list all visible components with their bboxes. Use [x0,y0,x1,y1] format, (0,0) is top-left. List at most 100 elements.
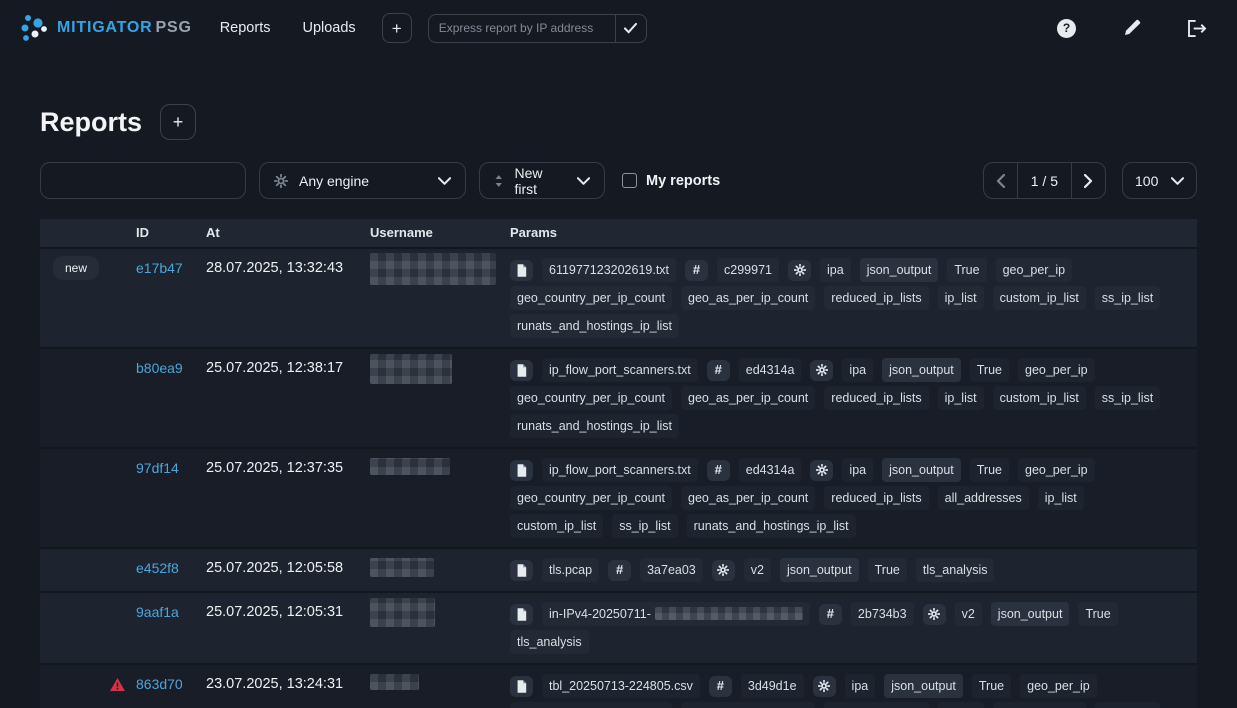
next-page-button[interactable] [1072,163,1105,198]
param-filename: tls.pcap [542,558,599,582]
report-date: 25.07.2025, 12:05:31 [206,602,370,622]
param-token: geo_as_per_ip_count [681,486,815,510]
chevron-down-icon [1171,177,1184,185]
param-token: geo_per_ip [1018,458,1095,482]
page-title: Reports [40,107,142,138]
chevron-right-icon [1084,174,1093,188]
search-box [40,162,246,199]
search-input[interactable] [61,173,242,189]
param-token: geo_country_per_ip_count [510,386,672,410]
param-token: tls_analysis [916,558,995,582]
nav-add-button[interactable]: + [382,13,412,43]
file-icon [510,260,533,281]
param-token: True [947,258,986,282]
add-report-button[interactable]: + [160,104,196,140]
engine-select-value: Any engine [299,173,369,189]
param-token: custom_ip_list [993,386,1086,410]
param-engine: v2 [955,602,982,626]
param-hash: ed4314a [739,358,802,382]
express-submit-button[interactable] [615,15,646,42]
chevron-down-icon [438,177,451,185]
param-token: custom_ip_list [510,514,603,538]
table-row[interactable]: 863d70 23.07.2025, 13:24:31 tbl_20250713… [40,663,1197,708]
report-id-link[interactable]: e17b47 [136,260,183,276]
report-params: tbl_20250713-224805.csv # 3d49d1e ipa js… [510,674,1197,708]
prev-page-button[interactable] [984,163,1017,198]
my-reports-checkbox[interactable] [622,173,637,188]
hash-icon: # [707,360,730,381]
report-date: 25.07.2025, 12:38:17 [206,358,370,378]
brand-logo[interactable]: MITIGATORPSG [18,13,192,43]
engine-select[interactable]: Any engine [259,162,466,199]
username-redacted [370,598,435,627]
param-token: runats_and_hostings_ip_list [510,414,679,438]
column-header-at: At [206,223,370,243]
param-token: custom_ip_list [993,286,1086,310]
logout-button[interactable] [1188,20,1207,37]
nav-item-reports[interactable]: Reports [220,20,271,36]
param-engine: v2 [744,558,771,582]
brand-suffix: PSG [156,19,192,36]
param-token: geo_per_ip [1020,674,1097,698]
my-reports-filter[interactable]: My reports [622,173,720,189]
table-row[interactable]: new e17b47 28.07.2025, 13:32:43 61197712… [40,247,1197,347]
report-id-link[interactable]: 97df14 [136,460,179,476]
param-engine: ipa [820,258,851,282]
param-token: True [868,558,907,582]
param-token: geo_as_per_ip_count [681,702,815,708]
express-report-form [428,14,647,43]
file-icon [510,360,533,381]
param-token: geo_country_per_ip_count [510,286,672,310]
table-row[interactable]: b80ea9 25.07.2025, 12:38:17 ip_flow_port… [40,347,1197,447]
param-token: runats_and_hostings_ip_list [510,314,679,338]
report-id-link[interactable]: 863d70 [136,676,183,692]
param-token: ip_list [938,702,984,708]
report-id-link[interactable]: e452f8 [136,560,179,576]
report-params: tls.pcap # 3a7ea03 v2 json_outputTruetls… [510,558,1197,582]
param-token: geo_as_per_ip_count [681,286,815,310]
report-date: 25.07.2025, 12:37:35 [206,458,370,478]
report-date: 25.07.2025, 12:05:58 [206,558,370,578]
param-token: json_output [882,358,961,382]
engine-gear-icon [923,604,946,625]
table-row[interactable]: e452f8 25.07.2025, 12:05:58 tls.pcap # 3… [40,547,1197,591]
username-redacted [370,558,434,577]
hash-icon: # [709,676,732,697]
param-filename: ip_flow_port_scanners.txt [542,358,698,382]
param-token: True [970,458,1009,482]
report-id-link[interactable]: 9aaf1a [136,604,179,620]
param-token: geo_per_ip [1018,358,1095,382]
report-id-link[interactable]: b80ea9 [136,360,183,376]
param-token: json_output [860,258,939,282]
param-token: reduced_ip_lists [824,702,928,708]
param-token: custom_ip_list [993,702,1086,708]
param-hash: c299971 [717,258,779,282]
param-token: geo_country_per_ip_count [510,486,672,510]
table-row[interactable]: 9aaf1a 25.07.2025, 12:05:31 in-IPv4-2025… [40,591,1197,663]
param-token: json_output [780,558,859,582]
param-token: True [970,358,1009,382]
param-token: json_output [884,674,963,698]
param-token: reduced_ip_lists [824,486,928,510]
express-report-input[interactable] [429,15,615,42]
param-token: json_output [991,602,1070,626]
report-date: 28.07.2025, 13:32:43 [206,258,370,278]
report-date: 23.07.2025, 13:24:31 [206,674,370,694]
column-header-username: Username [370,223,510,243]
param-engine: ipa [842,458,873,482]
sort-select[interactable]: New first [479,162,605,199]
param-token: tls_analysis [510,630,589,654]
help-button[interactable]: ? [1057,19,1076,38]
hash-icon: # [707,460,730,481]
engine-gear-icon [813,676,836,697]
param-token: ss_ip_list [1095,386,1160,410]
page-size-select[interactable]: 100 [1122,162,1197,199]
report-params: 611977123202619.txt # c299971 ipa json_o… [510,258,1197,338]
table-row[interactable]: 97df14 25.07.2025, 12:37:35 ip_flow_port… [40,447,1197,547]
param-token: ip_list [938,286,984,310]
brand-name: MITIGATOR [57,19,153,36]
nav-item-uploads[interactable]: Uploads [302,20,355,36]
param-engine: ipa [842,358,873,382]
edit-button[interactable] [1123,19,1141,37]
report-params: ip_flow_port_scanners.txt # ed4314a ipa … [510,458,1197,538]
